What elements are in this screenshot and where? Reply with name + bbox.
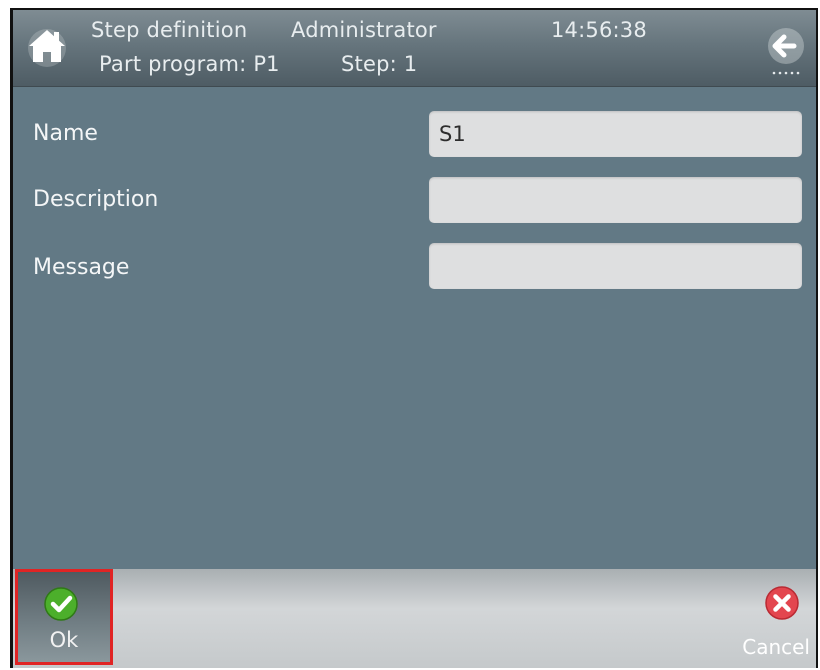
- description-field[interactable]: [429, 177, 802, 223]
- home-button[interactable]: [27, 24, 67, 68]
- name-field[interactable]: S1: [429, 111, 802, 157]
- home-icon: [28, 29, 66, 67]
- close-icon: [765, 586, 799, 620]
- name-label: Name: [33, 121, 98, 146]
- back-arrow-icon: [768, 28, 804, 75]
- screen-title: Step definition: [91, 18, 248, 42]
- message-field[interactable]: [429, 243, 802, 289]
- description-label: Description: [33, 187, 159, 212]
- header-bar: Step definition Administrator 14:56:38 P…: [13, 10, 816, 87]
- user-name: Administrator: [291, 18, 437, 42]
- cancel-label: Cancel: [742, 635, 810, 659]
- ok-label: Ok: [49, 628, 79, 652]
- message-label: Message: [33, 255, 130, 280]
- footer-toolbar: Ok Cancel: [13, 569, 816, 668]
- ok-button[interactable]: Ok: [15, 569, 113, 665]
- checkmark-icon: [44, 587, 78, 621]
- back-button[interactable]: [764, 22, 808, 78]
- form-panel: Name S1 Description Message: [13, 87, 816, 569]
- part-program-label: Part program: P1: [99, 52, 280, 76]
- clock-time: 14:56:38: [551, 18, 647, 42]
- cancel-button[interactable]: Cancel: [726, 575, 816, 665]
- step-label: Step: 1: [341, 52, 418, 76]
